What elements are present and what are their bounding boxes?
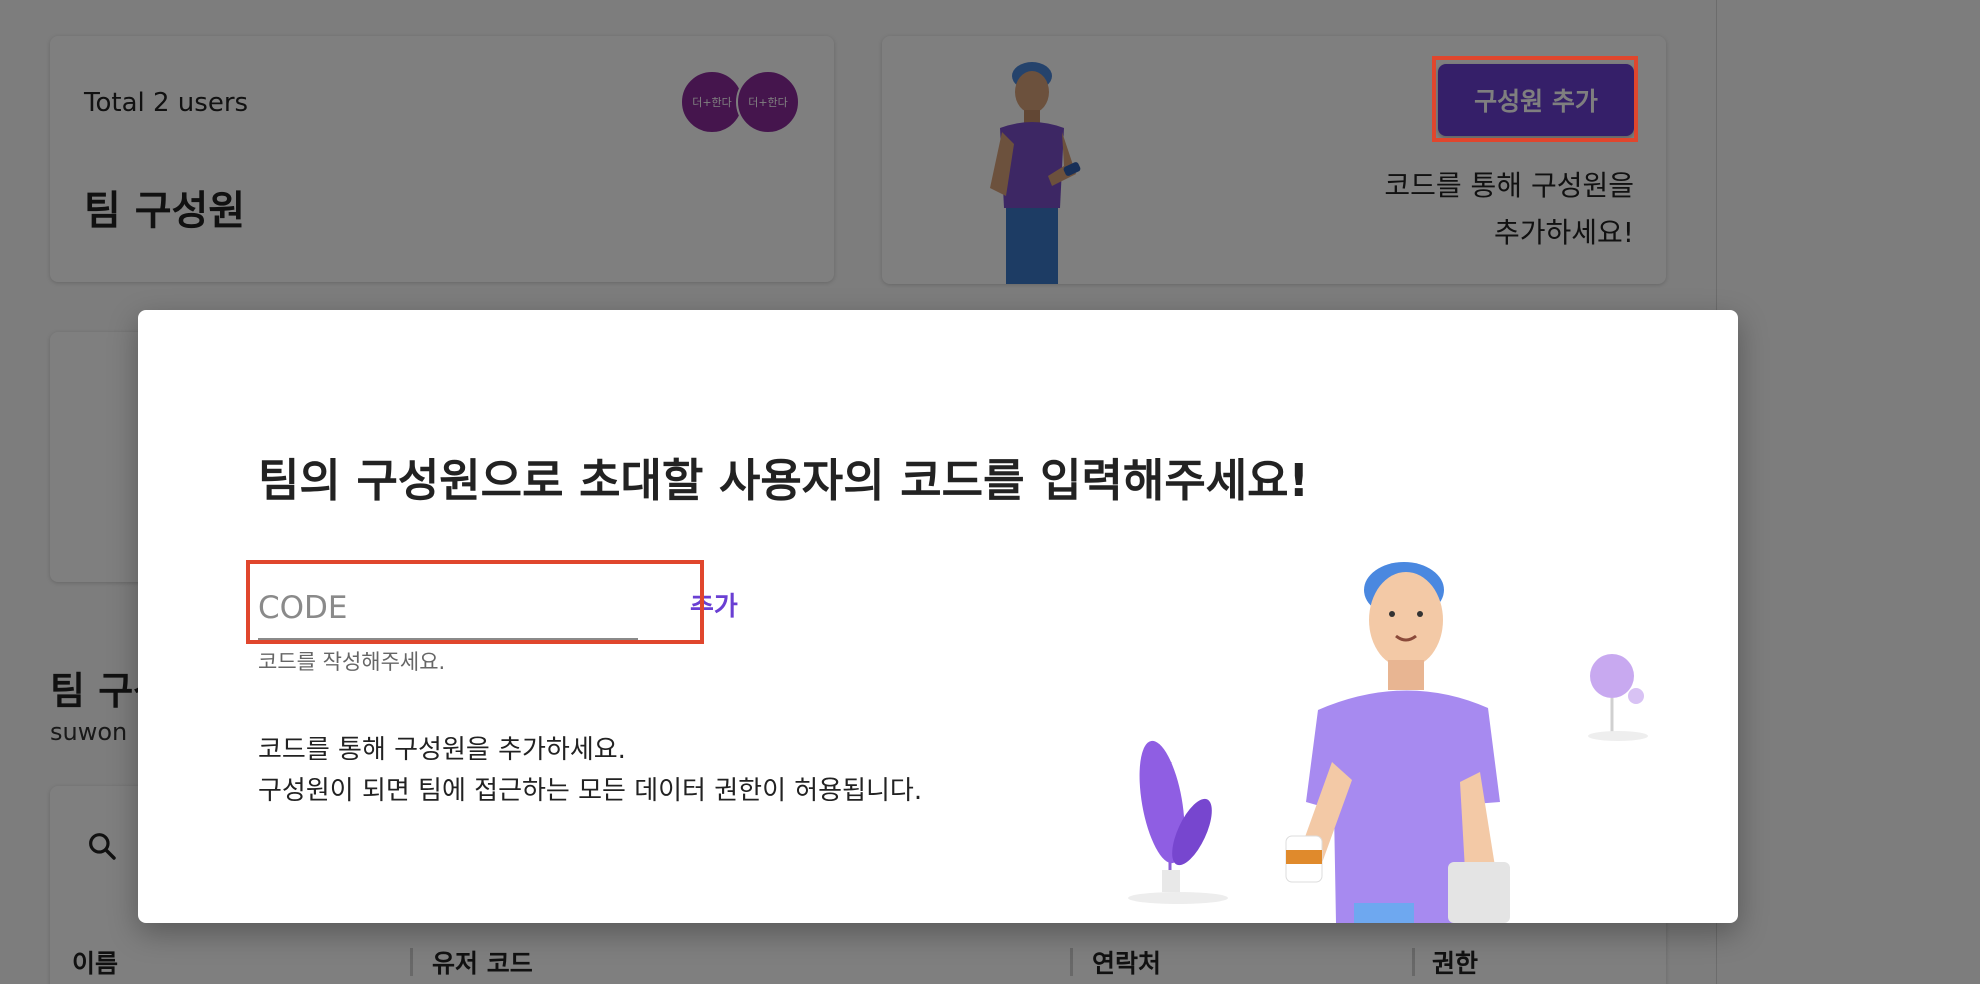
- description-line: 코드를 통해 구성원을 추가하세요.: [258, 735, 626, 765]
- dialog-title: 팀의 구성원으로 초대할 사용자의 코드를 입력해주세요!: [258, 454, 1310, 507]
- plant-icon: [1128, 740, 1228, 904]
- lamp-icon: [1588, 654, 1648, 741]
- description-line: 구성원이 되면 팀에 접근하는 모든 데이터 권한이 허용됩니다.: [258, 776, 923, 806]
- code-input[interactable]: [258, 578, 638, 638]
- code-field[interactable]: [258, 578, 638, 640]
- dialog-description: 코드를 통해 구성원을 추가하세요. 구성원이 되면 팀에 접근하는 모든 데이…: [258, 730, 922, 812]
- add-code-button[interactable]: 추가: [690, 586, 738, 623]
- invite-code-dialog: 팀의 구성원으로 초대할 사용자의 코드를 입력해주세요! 추가 코드를 작성해…: [138, 310, 1738, 923]
- person-icon: [1285, 562, 1510, 923]
- code-helper-text: 코드를 작성해주세요.: [258, 650, 446, 674]
- person-with-coffee-illustration: [1128, 562, 1648, 923]
